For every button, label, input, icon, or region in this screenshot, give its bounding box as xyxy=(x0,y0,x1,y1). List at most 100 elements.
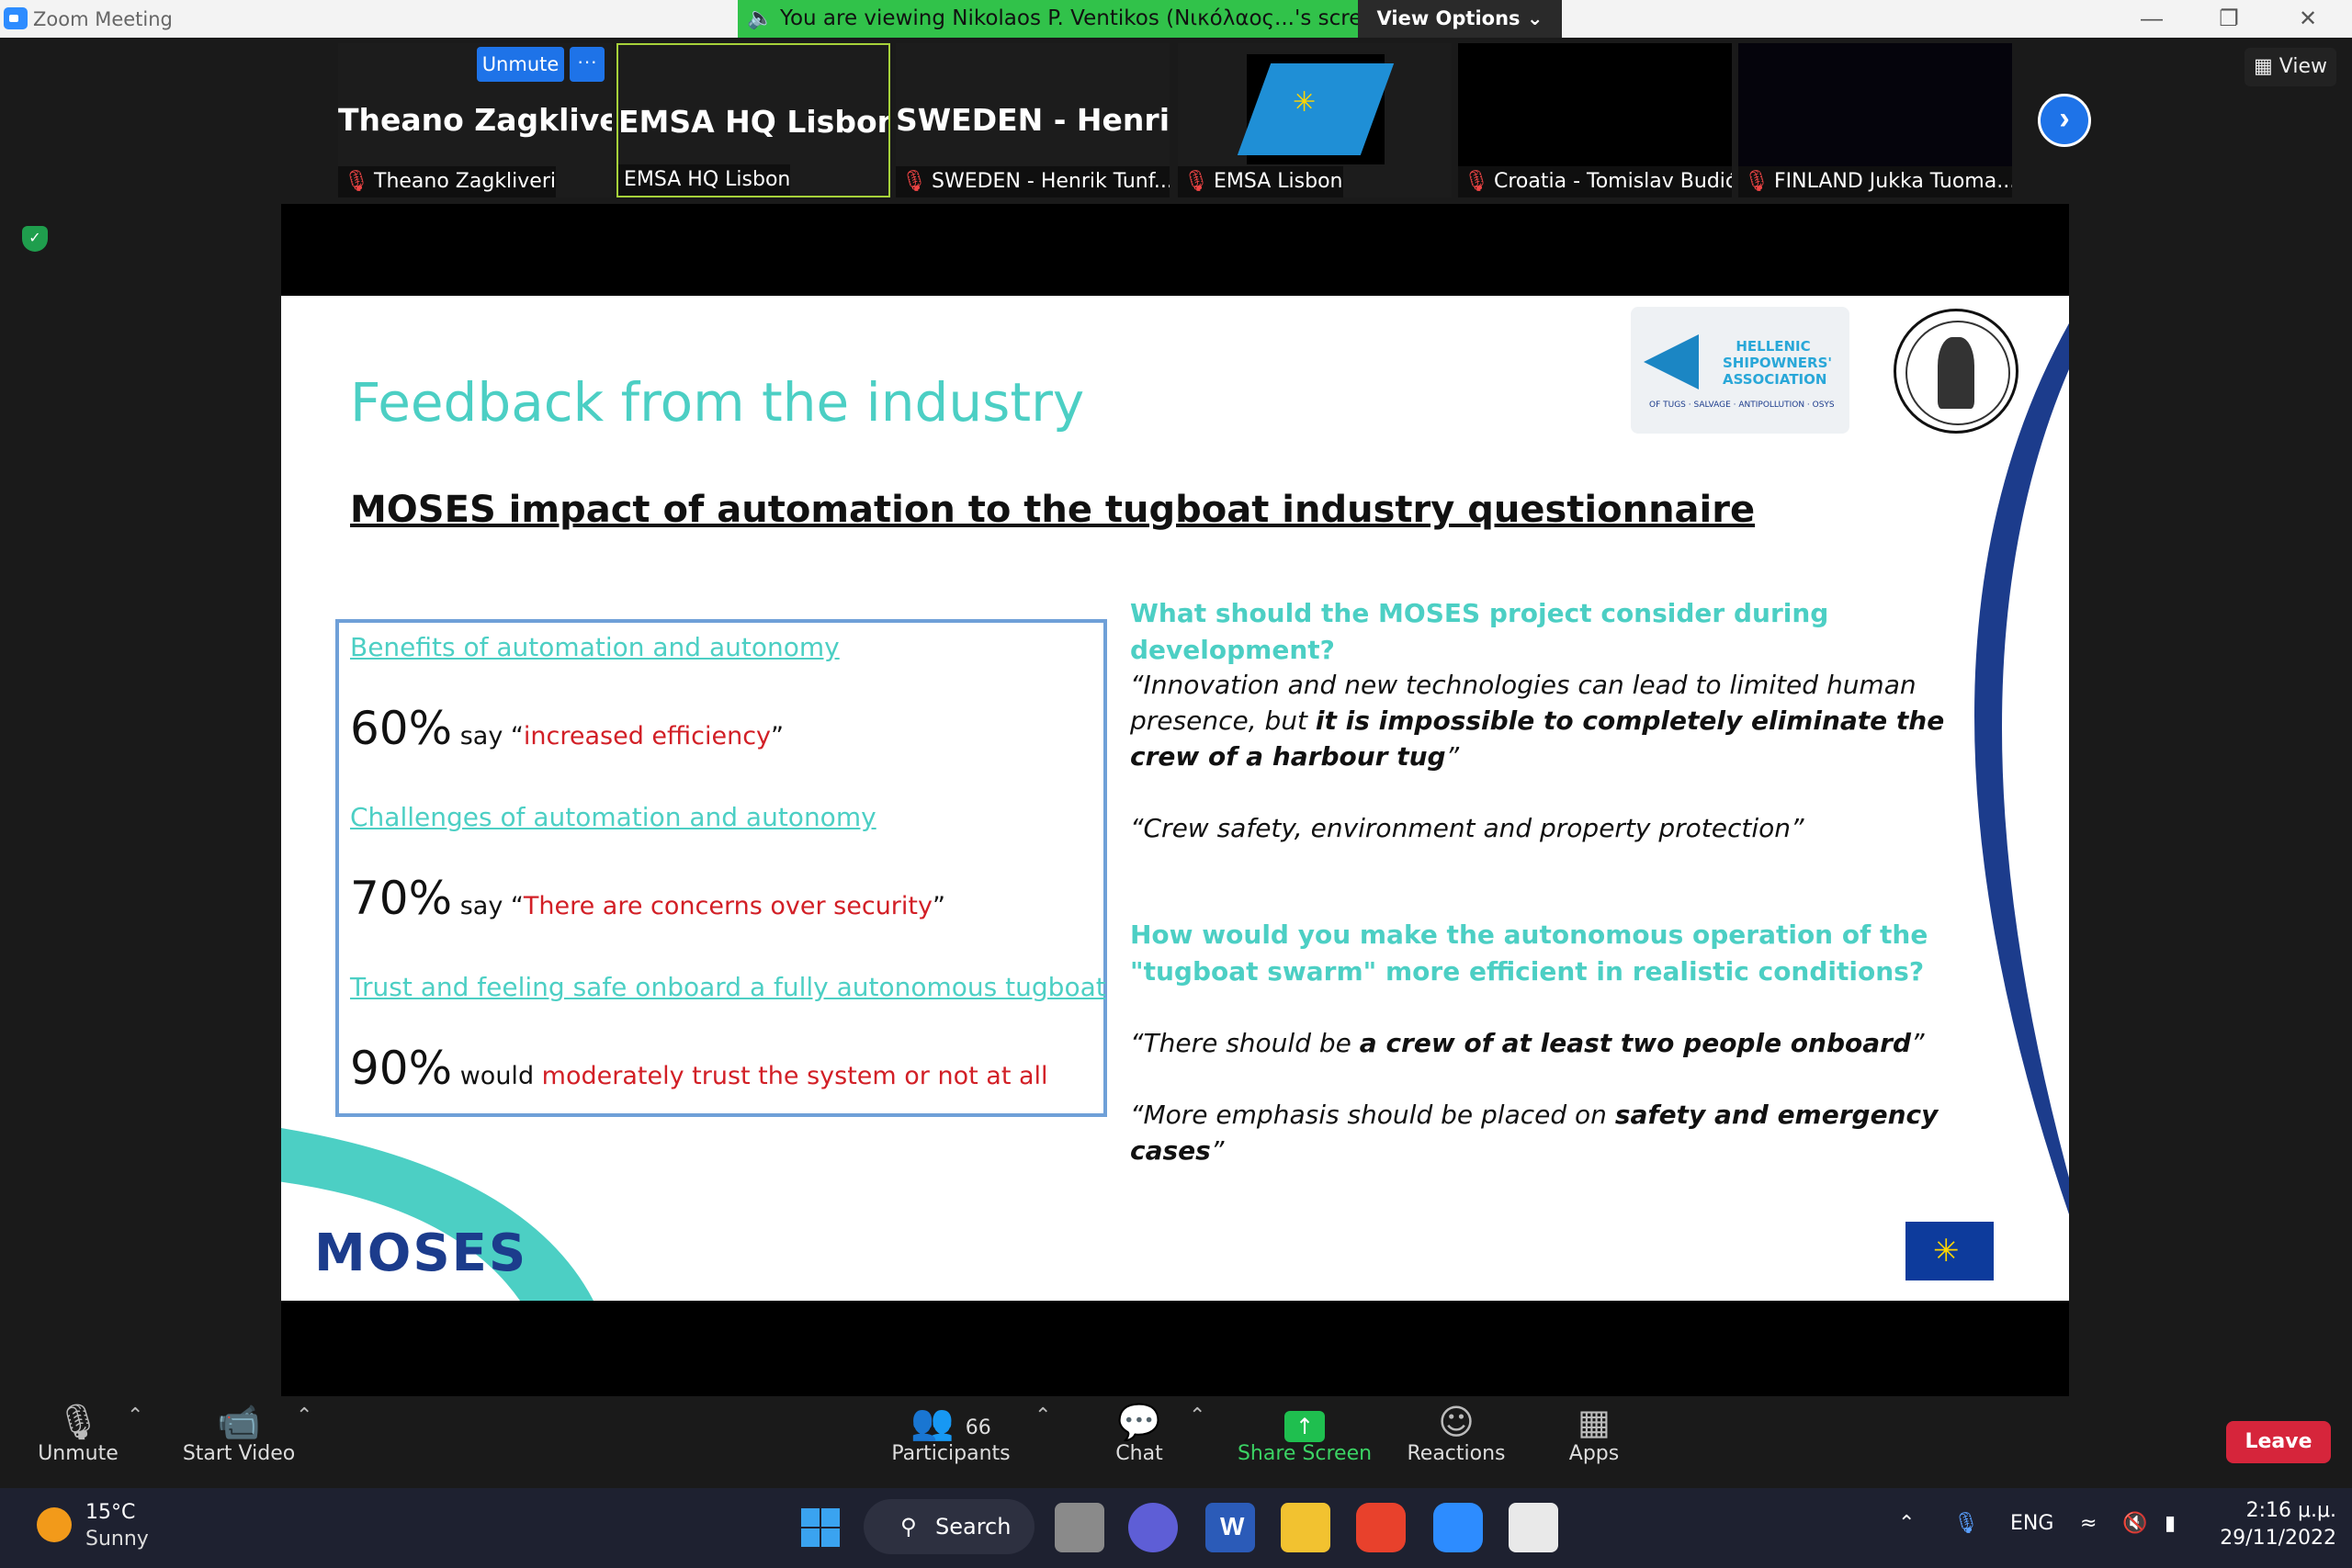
tile-label: 🎙 EMSA Lisbon xyxy=(1178,166,1343,197)
reactions-icon: ☺ xyxy=(1438,1402,1475,1442)
muted-mic-icon: 🎙 xyxy=(901,170,927,193)
unmute-button[interactable]: 🎙 Unmute xyxy=(28,1396,129,1488)
quote-text: ” xyxy=(1210,1135,1225,1166)
screen-share-banner: 🔈 You are viewing Nikolaos P. Ventikos (… xyxy=(738,0,1388,38)
tile-label: 🎙 Croatia - Tomislav Budić xyxy=(1458,166,1732,197)
volume-muted-icon[interactable]: 🔇 xyxy=(2122,1512,2147,1535)
quote-text: “There should be xyxy=(1130,1028,1360,1058)
muted-mic-icon: 🎙 xyxy=(1464,170,1489,193)
restore-button[interactable]: ❐ xyxy=(2190,0,2267,38)
reactions-button[interactable]: ☺ Reactions xyxy=(1396,1396,1516,1488)
minimize-button[interactable]: — xyxy=(2113,0,2190,38)
view-button[interactable]: ▦ View xyxy=(2245,48,2336,86)
snipping-tool-icon[interactable] xyxy=(1509,1503,1558,1552)
quote-innovation: “Innovation and new technologies can lea… xyxy=(1130,667,1975,774)
stat-highlight: moderately trust the system or not at al… xyxy=(541,1062,1048,1090)
start-video-button[interactable]: 📹 Start Video xyxy=(175,1396,303,1488)
clock-date[interactable]: 29/11/2022 xyxy=(2217,1527,2336,1550)
muted-mic-icon: 🎙 xyxy=(1744,170,1770,193)
video-off-icon: 📹 xyxy=(217,1402,261,1442)
seal-figure xyxy=(1938,337,1974,409)
view-options-button[interactable]: View Options ⌄ xyxy=(1358,0,1562,38)
hsa-logo-subtext: OF TUGS · SALVAGE · ANTIPOLLUTION · OSYS xyxy=(1649,400,1835,410)
chat-button[interactable]: 💬 Chat xyxy=(1093,1396,1185,1488)
video-tile-emsa-hq[interactable]: EMSA HQ Lisbon EMSA HQ Lisbon xyxy=(616,43,890,197)
brave-browser-icon[interactable] xyxy=(1356,1503,1406,1552)
video-tile-emsa-lisbon[interactable]: ✳ 🎙 EMSA Lisbon xyxy=(1178,43,1452,197)
shield-check-icon[interactable]: ✓ xyxy=(22,226,48,252)
file-explorer-icon[interactable] xyxy=(1281,1503,1330,1552)
tile-label: 🎙 SWEDEN - Henrik Tunf... xyxy=(896,166,1170,197)
stat-percent: 60% xyxy=(350,702,453,755)
slide-subtitle: MOSES impact of automation to the tugboa… xyxy=(350,489,1756,531)
emsa-logo-image: ✳ xyxy=(1237,54,1395,164)
stat-highlight: There are concerns over security xyxy=(523,892,933,920)
leave-button[interactable]: Leave xyxy=(2226,1421,2331,1463)
share-banner-text: You are viewing Nikolaos P. Ventikos (Νι… xyxy=(779,6,1389,30)
sun-weather-icon[interactable] xyxy=(37,1507,72,1542)
close-button[interactable]: ✕ xyxy=(2269,0,2346,38)
weather-condition[interactable]: Sunny xyxy=(85,1528,149,1551)
stat-text: ” xyxy=(932,892,945,920)
quote-crew-safety: “Crew safety, environment and property p… xyxy=(1130,813,1804,843)
apps-label: Apps xyxy=(1568,1442,1620,1465)
share-screen-button[interactable]: ↑ Share Screen xyxy=(1231,1396,1378,1488)
tile-more-button[interactable]: ··· xyxy=(570,47,605,82)
quote-emphasis: a crew of at least two people onboard xyxy=(1359,1028,1912,1058)
magnifier-glyph: ⚲ xyxy=(900,1514,917,1540)
windows-start-icon[interactable] xyxy=(796,1503,845,1552)
tile-label-text: FINLAND Jukka Tuoma... xyxy=(1774,170,2012,193)
tile-label: 🎙 FINLAND Jukka Tuoma... xyxy=(1738,166,2012,197)
reactions-label: Reactions xyxy=(1407,1442,1506,1465)
zoom-window: Zoom Meeting 🔈 You are viewing Nikolaos … xyxy=(0,0,2352,1568)
unmute-label: Unmute xyxy=(38,1442,119,1465)
tile-label-text: Croatia - Tomislav Budić xyxy=(1494,170,1732,193)
weather-temperature[interactable]: 15°C xyxy=(85,1501,135,1524)
chevron-up-icon[interactable]: ⌃ xyxy=(1898,1512,1915,1535)
tile-unmute-button[interactable]: Unmute xyxy=(477,47,564,82)
battery-icon[interactable]: ▮ xyxy=(2165,1512,2176,1535)
video-tile-sweden[interactable]: SWEDEN - Henri... 🎙 SWEDEN - Henrik Tunf… xyxy=(896,43,1170,197)
video-feed xyxy=(1458,43,1732,166)
hsa-logo-text: HELLENIC SHIPOWNERS' ASSOCIATION xyxy=(1723,338,1832,388)
tile-label-text: EMSA HQ Lisbon xyxy=(624,168,791,191)
participants-button[interactable]: 👥 66 Participants xyxy=(882,1396,1020,1488)
stat-text: say “ xyxy=(452,722,524,750)
stat-percent: 90% xyxy=(350,1042,453,1095)
video-options-caret-icon[interactable]: ⌃ xyxy=(296,1404,312,1427)
quote-text: “More emphasis should be placed on xyxy=(1130,1100,1615,1130)
apps-button[interactable]: ▦ Apps xyxy=(1548,1396,1640,1488)
microphone-icon[interactable]: 🎙 xyxy=(1953,1512,1979,1535)
chevron-down-icon: ⌄ xyxy=(1526,7,1544,29)
next-page-button[interactable]: › xyxy=(2038,94,2091,147)
word-icon[interactable]: W xyxy=(1205,1503,1255,1552)
stat-text: say “ xyxy=(452,892,524,920)
zoom-taskbar-icon[interactable] xyxy=(1433,1503,1483,1552)
audio-options-caret-icon[interactable]: ⌃ xyxy=(127,1404,143,1427)
teams-chat-icon[interactable] xyxy=(1128,1503,1178,1552)
tile-big-name: EMSA HQ Lisbon xyxy=(618,104,890,140)
quote-text: ” xyxy=(1911,1028,1925,1058)
view-options-label: View Options xyxy=(1376,7,1521,29)
tile-big-name: SWEDEN - Henri... xyxy=(896,102,1170,138)
stat-highlight: increased efficiency xyxy=(523,722,772,750)
zoom-app-icon xyxy=(4,7,28,29)
participants-caret-icon[interactable]: ⌃ xyxy=(1035,1404,1051,1427)
wifi-icon[interactable]: ≈ xyxy=(2080,1512,2097,1535)
muted-mic-icon: 🎙 xyxy=(1183,170,1209,193)
tile-label: 🎙 Theano Zagkliveri xyxy=(338,166,556,197)
clock-time[interactable]: 2:16 μ.μ. xyxy=(2245,1499,2336,1522)
video-tile-finland[interactable]: 🎙 FINLAND Jukka Tuoma... xyxy=(1738,43,2012,197)
taskbar-search[interactable]: ⚲ Search xyxy=(864,1499,1035,1554)
tile-big-name: Theano Zagkliveri xyxy=(338,102,612,138)
tile-label: EMSA HQ Lisbon xyxy=(618,164,791,196)
task-view-icon[interactable] xyxy=(1055,1503,1104,1552)
moses-logo: MOSES xyxy=(314,1224,528,1283)
muted-mic-icon: 🎙 xyxy=(344,170,369,193)
chat-caret-icon[interactable]: ⌃ xyxy=(1189,1404,1205,1427)
language-indicator[interactable]: ENG xyxy=(2010,1512,2053,1535)
presentation-slide: Feedback from the industry MOSES impact … xyxy=(281,296,2069,1301)
eu-flag-icon xyxy=(1905,1222,1994,1280)
video-tile-croatia[interactable]: 🎙 Croatia - Tomislav Budić xyxy=(1458,43,1732,197)
grid-icon: ▦ xyxy=(2253,55,2273,78)
